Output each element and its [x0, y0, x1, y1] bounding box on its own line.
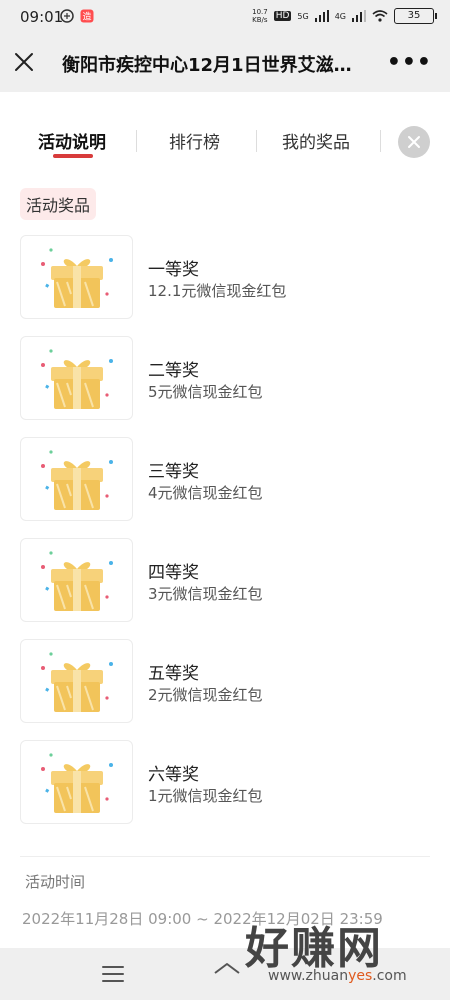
status-right-icons: 10.7 KB/s HD 5G 4G 35 [252, 8, 437, 24]
gift-box-icon [41, 450, 113, 510]
svg-text:造: 造 [82, 11, 91, 23]
prize-description: 5元微信现金红包 [148, 383, 263, 401]
prize-description: 3元微信现金红包 [148, 585, 263, 603]
more-menu-button[interactable]: ••• [387, 50, 432, 75]
prize-image [20, 235, 133, 319]
status-time: 09:01 [20, 8, 64, 26]
status-left-icons: 造 [60, 9, 94, 23]
main-content: 活动说明 排行榜 我的奖品 活动奖品 一等奖 12.1元微信现金红包 二等奖 5… [0, 92, 450, 948]
prizes-section-title: 活动奖品 [20, 188, 97, 220]
prize-name: 五等奖 [148, 664, 199, 684]
status-bar: 09:01 造 10.7 KB/s HD 5G 4G 35 [0, 0, 450, 34]
watermark-url-prefix: www.zhuan [268, 968, 349, 984]
tab-my-prizes[interactable]: 我的奖品 [282, 128, 350, 153]
prize-image [20, 437, 133, 521]
watermark-url-highlight: yes [348, 968, 373, 984]
prize-description: 12.1元微信现金红包 [148, 282, 287, 300]
tab-leaderboard[interactable]: 排行榜 [169, 128, 220, 153]
gift-box-icon [41, 349, 113, 409]
net-speed: 10.7 KB/s [252, 8, 268, 24]
gift-box-icon [41, 551, 113, 611]
prize-name: 二等奖 [148, 361, 199, 381]
prize-image [20, 538, 133, 622]
prize-name: 三等奖 [148, 462, 199, 482]
signal-icon-2 [352, 10, 366, 22]
home-icon[interactable] [212, 962, 242, 984]
prize-image [20, 740, 133, 824]
divider [20, 856, 430, 857]
network-4g: 4G [334, 11, 346, 21]
prize-description: 4元微信现金红包 [148, 484, 263, 502]
watermark-url: www.zhuanyes.com [268, 968, 407, 984]
prize-card: 一等奖 12.1元微信现金红包 [20, 235, 440, 319]
hd-badge: HD [273, 11, 292, 21]
tab-divider [380, 130, 381, 152]
prize-name: 一等奖 [148, 260, 199, 280]
wifi-icon [372, 10, 388, 22]
signal-icon [314, 10, 329, 22]
close-icon[interactable] [10, 48, 38, 76]
battery-level: 35 [407, 10, 421, 21]
watermark-url-suffix: .com [372, 968, 407, 984]
tab-activity-info[interactable]: 活动说明 [38, 128, 106, 153]
prize-description: 1元微信现金红包 [148, 787, 263, 805]
page-title: 衡阳市疾控中心12月1日世界艾滋… [62, 55, 352, 76]
prize-card: 二等奖 5元微信现金红包 [20, 336, 440, 420]
prize-card: 六等奖 1元微信现金红包 [20, 740, 440, 824]
network-5g: 5G [297, 11, 309, 21]
battery-icon: 35 [394, 8, 437, 24]
tab-divider [256, 130, 257, 152]
gift-box-icon [41, 753, 113, 813]
prize-image [20, 639, 133, 723]
activity-time-label: 活动时间 [25, 873, 86, 891]
gift-box-icon [41, 248, 113, 308]
prize-card: 三等奖 4元微信现金红包 [20, 437, 440, 521]
app-notification-icon: 造 [80, 9, 94, 23]
prize-image [20, 336, 133, 420]
sim-icon [60, 9, 74, 23]
watermark-text: 好赚网 [245, 923, 383, 974]
gift-box-icon [41, 652, 113, 712]
prize-description: 2元微信现金红包 [148, 686, 263, 704]
tab-bar: 活动说明 排行榜 我的奖品 [0, 116, 450, 166]
menu-icon[interactable] [102, 965, 124, 983]
nav-bar: 衡阳市疾控中心12月1日世界艾滋… ••• [0, 34, 450, 92]
prize-name: 六等奖 [148, 765, 199, 785]
close-icon [408, 136, 420, 148]
active-tab-indicator [53, 154, 93, 158]
prize-card: 五等奖 2元微信现金红包 [20, 639, 440, 723]
prize-card: 四等奖 3元微信现金红包 [20, 538, 440, 622]
close-panel-button[interactable] [398, 126, 430, 158]
prize-name: 四等奖 [148, 563, 199, 583]
tab-divider [136, 130, 137, 152]
